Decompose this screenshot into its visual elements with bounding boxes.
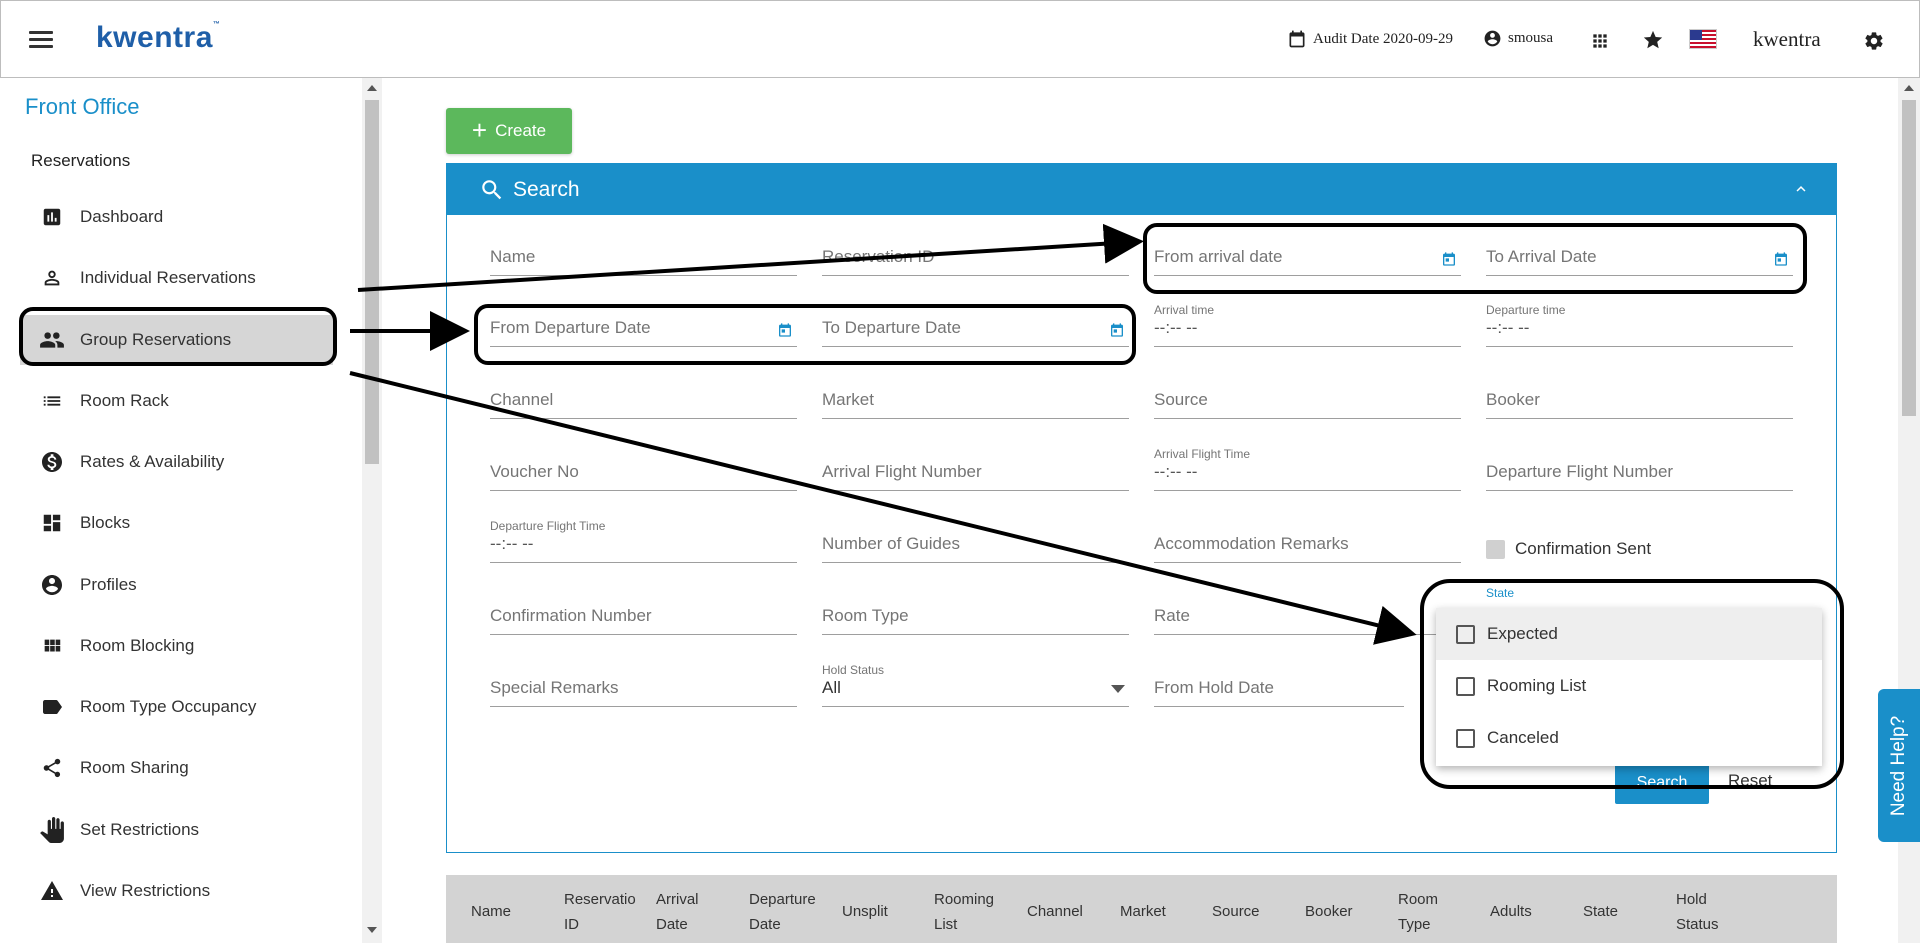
arrow-to-arrival-dates xyxy=(357,223,1144,292)
annotation-arrows xyxy=(349,223,1417,645)
arrow-to-state-dropdown xyxy=(349,371,1417,645)
